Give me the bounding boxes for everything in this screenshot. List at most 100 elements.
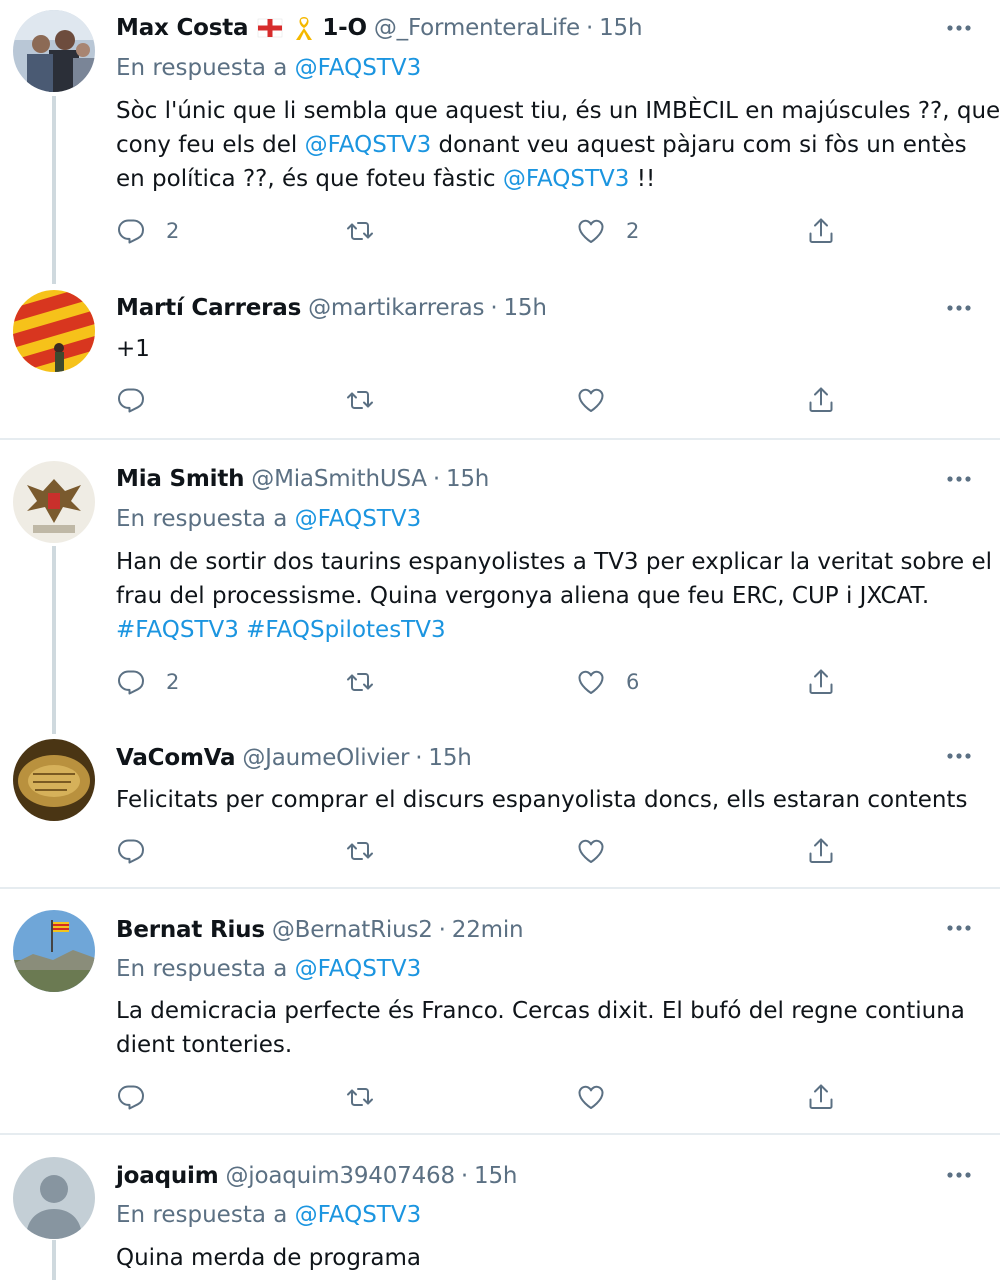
tweet-text-line: frau del processisme. Quina vergonya ali…: [116, 579, 976, 613]
display-name[interactable]: VaComVa: [116, 745, 236, 771]
reply-button[interactable]: 2: [116, 665, 179, 699]
display-name[interactable]: Bernat Rius: [116, 917, 265, 943]
timestamp[interactable]: 15h: [428, 745, 471, 771]
share-button[interactable]: [806, 383, 836, 417]
heart-icon: [578, 1085, 604, 1109]
more-options-button[interactable]: [944, 1160, 974, 1190]
tweet-text: La demicracia perfecte és Franco. Cercas…: [116, 994, 976, 1062]
tweet-text-line: en política ??, és que foteu fàstic @FAQ…: [116, 162, 976, 196]
avatar[interactable]: [13, 910, 95, 992]
share-icon: [809, 387, 833, 412]
reply-button[interactable]: 2: [116, 214, 179, 248]
timestamp[interactable]: 22min: [452, 917, 524, 943]
share-icon: [809, 838, 833, 863]
flag-icon: [256, 16, 284, 40]
display-name[interactable]: joaquim: [116, 1163, 219, 1189]
more-options-button[interactable]: [944, 913, 974, 943]
avatar[interactable]: [13, 461, 95, 543]
tweet-text-line: +1: [116, 332, 976, 366]
more-icon: [947, 1172, 971, 1178]
reply-prefix: En respuesta a: [116, 956, 288, 982]
ribbon-icon: [292, 14, 316, 42]
share-button[interactable]: [806, 1080, 836, 1114]
tweet-divider: [0, 438, 1000, 440]
avatar[interactable]: [13, 10, 95, 92]
reply-to-mention[interactable]: @FAQSTV3: [295, 956, 422, 982]
text-segment: La demicracia perfecte és Franco. Cercas…: [116, 998, 965, 1024]
tweet[interactable]: Martí Carreras @martikarreras · 15h +1: [0, 280, 1000, 438]
user-handle[interactable]: @_FormenteraLife: [374, 15, 580, 41]
tweet-header: Max Costa 1-O @_FormenteraLife · 15h: [116, 11, 643, 45]
reply-icon: [118, 388, 144, 413]
display-name[interactable]: Martí Carreras: [116, 295, 301, 321]
name-badge-text: 1-O: [322, 15, 367, 41]
tweet-actions: 2 6: [116, 665, 836, 699]
tweet[interactable]: Max Costa 1-O @_FormenteraLife · 15h En …: [0, 0, 1000, 280]
reply-context: En respuesta a @FAQSTV3: [116, 506, 421, 532]
display-name[interactable]: Max Costa: [116, 15, 249, 41]
tweet[interactable]: Bernat Rius @BernatRius2 · 22min En resp…: [0, 900, 1000, 1133]
user-handle[interactable]: @JaumeOlivier: [242, 745, 409, 771]
user-handle[interactable]: @joaquim39407468: [226, 1163, 456, 1189]
user-handle[interactable]: @martikarreras: [308, 295, 484, 321]
retweet-button[interactable]: [345, 834, 375, 868]
more-options-button[interactable]: [944, 293, 974, 323]
timestamp[interactable]: 15h: [503, 295, 546, 321]
share-button[interactable]: [806, 834, 836, 868]
like-button[interactable]: 2: [576, 214, 639, 248]
more-options-button[interactable]: [944, 464, 974, 494]
user-handle[interactable]: @BernatRius2: [272, 917, 433, 943]
timestamp[interactable]: 15h: [446, 466, 489, 492]
mention-link[interactable]: @FAQSTV3: [503, 166, 630, 192]
text-segment: en política ??, és que foteu fàstic: [116, 166, 503, 192]
retweet-button[interactable]: [345, 665, 375, 699]
user-handle[interactable]: @MiaSmithUSA: [251, 466, 427, 492]
reply-button[interactable]: [116, 1080, 166, 1114]
tweet-divider: [0, 1133, 1000, 1135]
timestamp[interactable]: 15h: [474, 1163, 517, 1189]
more-icon: [947, 925, 971, 931]
tweet-text: +1: [116, 332, 976, 366]
avatar[interactable]: [13, 1157, 95, 1239]
reply-to-mention[interactable]: @FAQSTV3: [295, 55, 422, 81]
avatar[interactable]: [13, 290, 95, 372]
retweet-button[interactable]: [345, 383, 375, 417]
like-button[interactable]: [576, 1080, 626, 1114]
tweet-text-line: dient tonteries.: [116, 1028, 976, 1062]
tweet[interactable]: Mia Smith @MiaSmithUSA · 15h En respuest…: [0, 450, 1000, 730]
more-icon: [947, 25, 971, 31]
tweet-header: Mia Smith @MiaSmithUSA · 15h: [116, 462, 489, 496]
timestamp[interactable]: 15h: [599, 15, 642, 41]
avatar[interactable]: [13, 739, 95, 821]
share-button[interactable]: [806, 665, 836, 699]
reply-to-mention[interactable]: @FAQSTV3: [295, 1202, 422, 1228]
retweet-button[interactable]: [345, 214, 375, 248]
like-button[interactable]: 6: [576, 665, 639, 699]
tweet[interactable]: joaquim @joaquim39407468 · 15h En respue…: [0, 1146, 1000, 1280]
reply-button[interactable]: [116, 383, 166, 417]
hashtag-link[interactable]: #FAQSTV3 #FAQSpilotesTV3: [116, 617, 446, 643]
separator-dot: ·: [490, 295, 498, 321]
text-segment: !!: [629, 166, 656, 192]
reply-button[interactable]: [116, 834, 166, 868]
display-name[interactable]: Mia Smith: [116, 466, 244, 492]
more-icon: [947, 753, 971, 759]
reply-icon: [118, 839, 144, 864]
reply-prefix: En respuesta a: [116, 1202, 288, 1228]
mention-link[interactable]: @FAQSTV3: [305, 132, 432, 158]
like-button[interactable]: [576, 834, 626, 868]
tweet[interactable]: VaComVa @JaumeOlivier · 15h Felicitats p…: [0, 730, 1000, 887]
reply-count: 2: [166, 670, 180, 694]
retweet-button[interactable]: [345, 1080, 375, 1114]
tweet-text-line: Han de sortir dos taurins espanyolistes …: [116, 545, 992, 579]
reply-icon: [118, 1085, 144, 1110]
more-options-button[interactable]: [944, 741, 974, 771]
more-options-button[interactable]: [944, 13, 974, 43]
like-button[interactable]: [576, 383, 626, 417]
separator-dot: ·: [586, 15, 594, 41]
tweet-actions: [116, 834, 836, 868]
tweet-text-line: #FAQSTV3 #FAQSpilotesTV3: [116, 613, 976, 647]
reply-to-mention[interactable]: @FAQSTV3: [295, 506, 422, 532]
share-button[interactable]: [806, 214, 836, 248]
tweet-actions: [116, 383, 836, 417]
